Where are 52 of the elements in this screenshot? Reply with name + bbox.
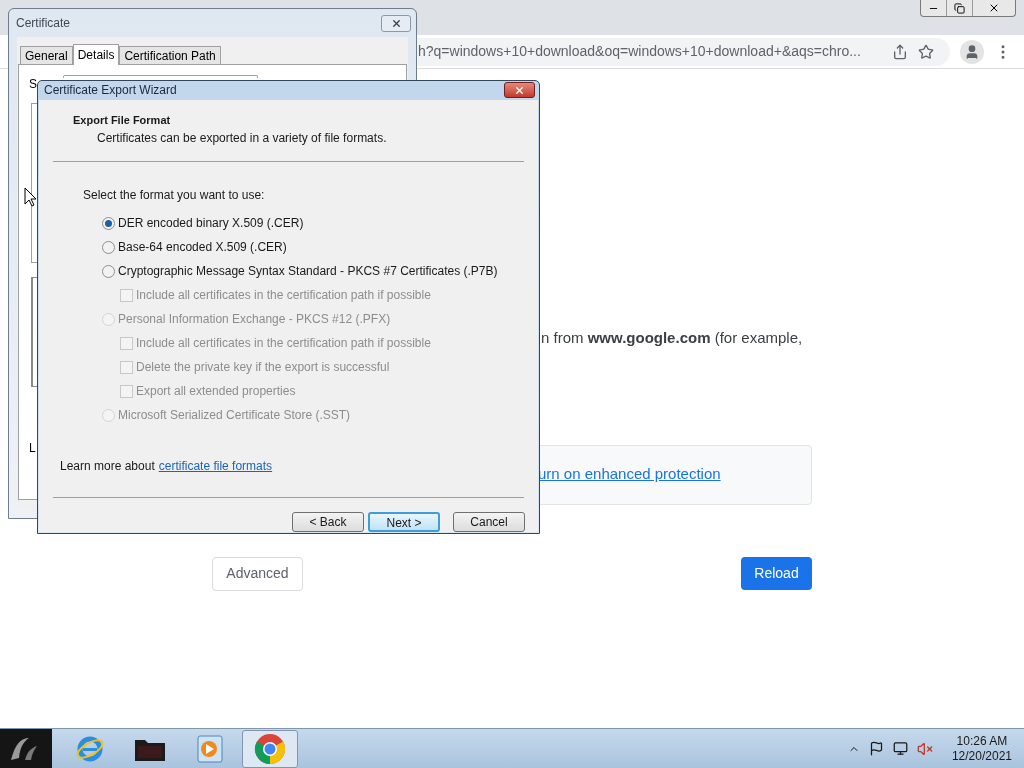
chrome-icon (254, 732, 286, 765)
muted-speaker-icon[interactable] (916, 740, 933, 757)
message-text: n from www.google.com (for example, (541, 328, 803, 348)
network-icon[interactable] (892, 741, 908, 756)
option-label: Include all certificates in the certification path if possible (136, 287, 431, 304)
dialog-button[interactable]: < Back (292, 512, 364, 532)
option-label: Include all certificates in the certification path if possible (136, 335, 431, 352)
show-dropdown[interactable] (63, 75, 258, 78)
play-icon (197, 734, 223, 763)
tab[interactable]: Certification Path (119, 46, 221, 64)
page-subtitle: Certificates can be exported in a variety of file formats. (96, 130, 388, 147)
option-label: Microsoft Serialized Certificate Store (.SST) (118, 407, 351, 424)
tab[interactable]: Details (72, 44, 120, 65)
close-button[interactable] (504, 82, 535, 99)
field-label: S (29, 76, 37, 93)
clock-time: 10:26 AM (956, 733, 1008, 749)
reload-button[interactable]: Reload (741, 556, 812, 590)
cursor-icon (24, 187, 36, 207)
learn-more-text: L (29, 440, 37, 457)
option-label: Cryptographic Message Syntax Standard - PKCS #7 Certificates (.P7B) (118, 263, 498, 280)
radio-button[interactable] (102, 240, 115, 254)
close-button[interactable] (381, 14, 411, 32)
radio-button[interactable] (102, 264, 115, 278)
close-icon (514, 84, 525, 96)
window-title: Certificate Export Wizard (44, 82, 177, 100)
page-title: Export File Format (72, 112, 172, 128)
advanced-button[interactable]: Advanced (212, 556, 303, 591)
star-icon[interactable] (918, 43, 934, 60)
close-icon (390, 17, 402, 29)
url-text: h?q=windows+10+download&oq=windows+10+download+&aqs=chro... (418, 42, 862, 61)
option-label: Personal Information Exchange - PKCS #12 (.PFX) (118, 311, 391, 328)
profile-avatar[interactable] (960, 39, 984, 64)
formats-link[interactable]: certificate file formats (158, 457, 273, 475)
dialog-button[interactable]: Next > (368, 512, 440, 532)
dialog-button[interactable]: Cancel (453, 512, 525, 532)
share-icon[interactable] (892, 43, 908, 60)
option-label: Delete the private key if the export is successful (136, 359, 390, 376)
learn-more-text: Learn more about (60, 458, 155, 475)
radio-button[interactable] (102, 216, 115, 230)
window-title: Certificate (16, 15, 71, 32)
flag-icon[interactable] (868, 741, 884, 756)
option-label: Base-64 encoded X.509 (.CER) (118, 239, 287, 256)
clock-date: 12/20/2021 (951, 748, 1012, 764)
start-button[interactable] (0, 729, 52, 768)
format-prompt: Select the format you want to use: (83, 187, 266, 204)
restore-icon (954, 2, 965, 14)
option-label: DER encoded binary X.509 (.CER) (118, 215, 304, 232)
address-bar[interactable]: h?q=windows+10+download&oq=windows+10+download+&aqs=chro... (417, 37, 950, 66)
tab[interactable]: General (20, 46, 73, 64)
clock[interactable]: 10:26 AM 12/20/2021 (951, 733, 1012, 764)
close-icon (988, 2, 1000, 14)
option-label: Export all extended properties (136, 383, 296, 400)
